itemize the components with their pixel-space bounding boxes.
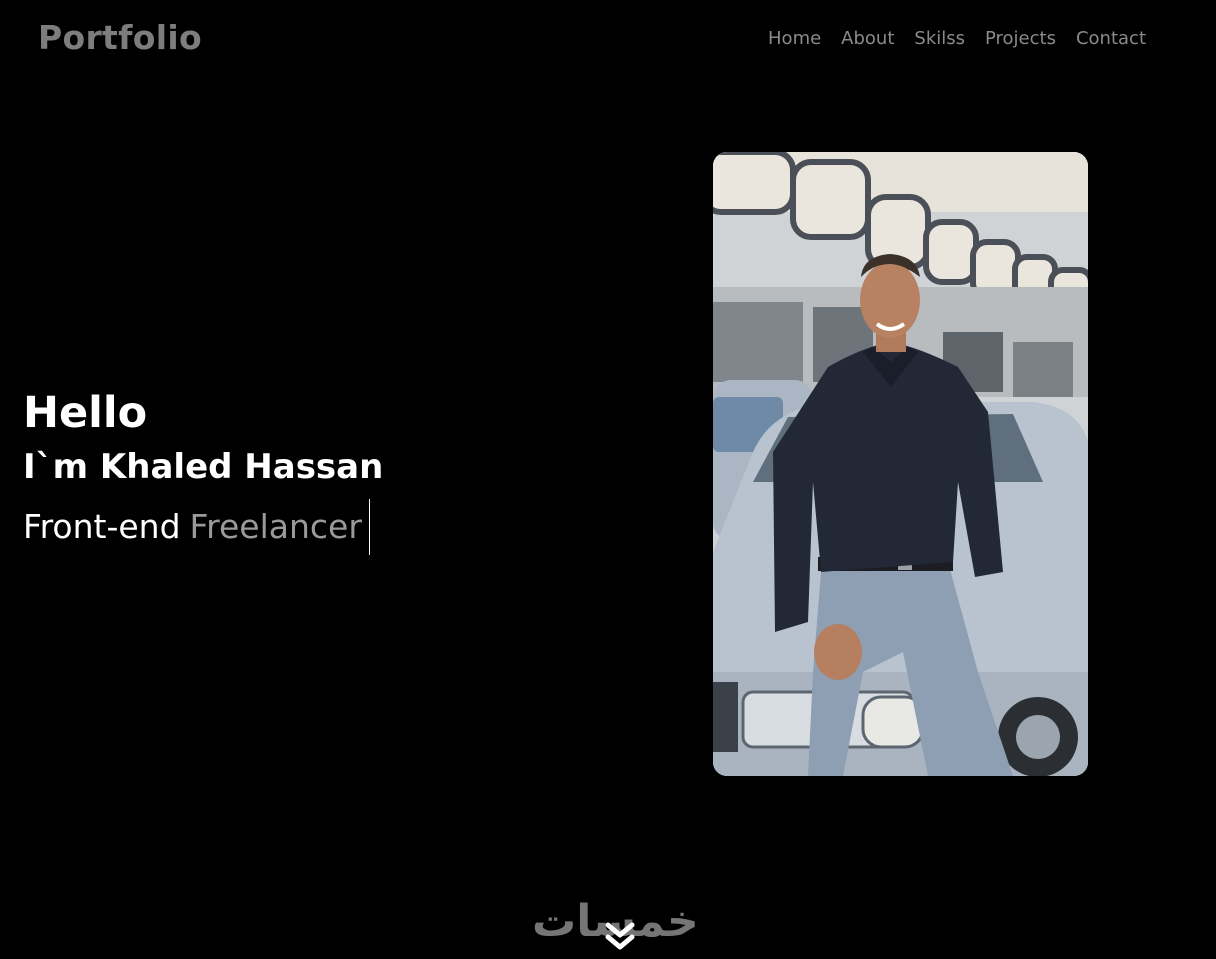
nav-projects-link[interactable]: Projects bbox=[985, 28, 1056, 49]
portfolio-page: Portfolio Home About Skilss Projects Con… bbox=[0, 0, 1216, 959]
hero-intro: Hello I`m Khaled Hassan Front-end Freela… bbox=[23, 385, 383, 555]
nav-skills-link[interactable]: Skilss bbox=[914, 28, 965, 49]
nav-contact-link[interactable]: Contact bbox=[1076, 28, 1146, 49]
typing-caret bbox=[368, 499, 370, 555]
hero-greeting: Hello bbox=[23, 388, 148, 438]
site-logo[interactable]: Portfolio bbox=[38, 18, 202, 57]
scroll-down-button[interactable] bbox=[604, 920, 636, 954]
nav-home-link[interactable]: Home bbox=[768, 28, 821, 49]
role-static-text: Front-end bbox=[23, 507, 181, 546]
role-typed-text: Freelancer bbox=[189, 507, 362, 546]
nav-about-link[interactable]: About bbox=[841, 28, 894, 49]
main-nav: Home About Skilss Projects Contact bbox=[768, 28, 1146, 49]
chevron-double-down-icon bbox=[605, 922, 635, 950]
profile-photo-illustration bbox=[713, 152, 1088, 776]
hero-role: Front-end Freelancer bbox=[23, 499, 383, 555]
profile-photo bbox=[713, 152, 1088, 776]
hero-name: I`m Khaled Hassan bbox=[23, 447, 384, 487]
